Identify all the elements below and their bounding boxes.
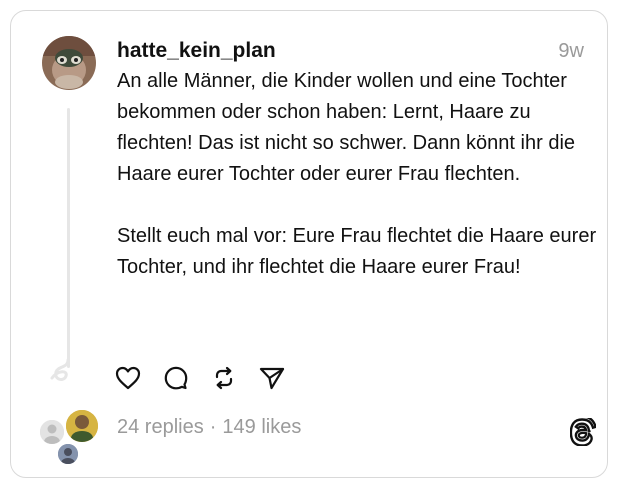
replier-avatars[interactable]: [38, 408, 100, 466]
stats-separator: ·: [209, 416, 217, 438]
replier-avatar: [64, 408, 100, 444]
thread-connector: [48, 358, 78, 386]
heart-icon: [115, 366, 141, 395]
post-paragraph: An alle Männer, die Kinder wollen und ei…: [117, 70, 576, 185]
repost-icon: [212, 366, 236, 395]
repost-button[interactable]: [210, 366, 238, 394]
replier-avatar: [38, 418, 66, 446]
send-icon: [259, 366, 285, 395]
thread-line: [67, 108, 70, 368]
replier-avatar: [56, 442, 80, 466]
post-actions: [114, 366, 286, 394]
threads-logo-icon[interactable]: [569, 415, 598, 447]
post-time[interactable]: 9w: [558, 38, 584, 64]
post-paragraph: Stellt euch mal vor: Eure Frau flechtet …: [117, 225, 597, 278]
replies-count[interactable]: 24 replies: [117, 414, 204, 440]
comment-icon: [164, 366, 188, 395]
likes-count[interactable]: 149 likes: [222, 414, 301, 440]
reply-button[interactable]: [162, 366, 190, 394]
author-username[interactable]: hatte_kein_plan: [117, 38, 276, 64]
post-stats: 24 replies · 149 likes: [117, 414, 301, 440]
share-button[interactable]: [258, 366, 286, 394]
author-avatar[interactable]: [42, 36, 96, 90]
like-button[interactable]: [114, 366, 142, 394]
post-body: An alle Männer, die Kinder wollen und ei…: [117, 66, 597, 283]
